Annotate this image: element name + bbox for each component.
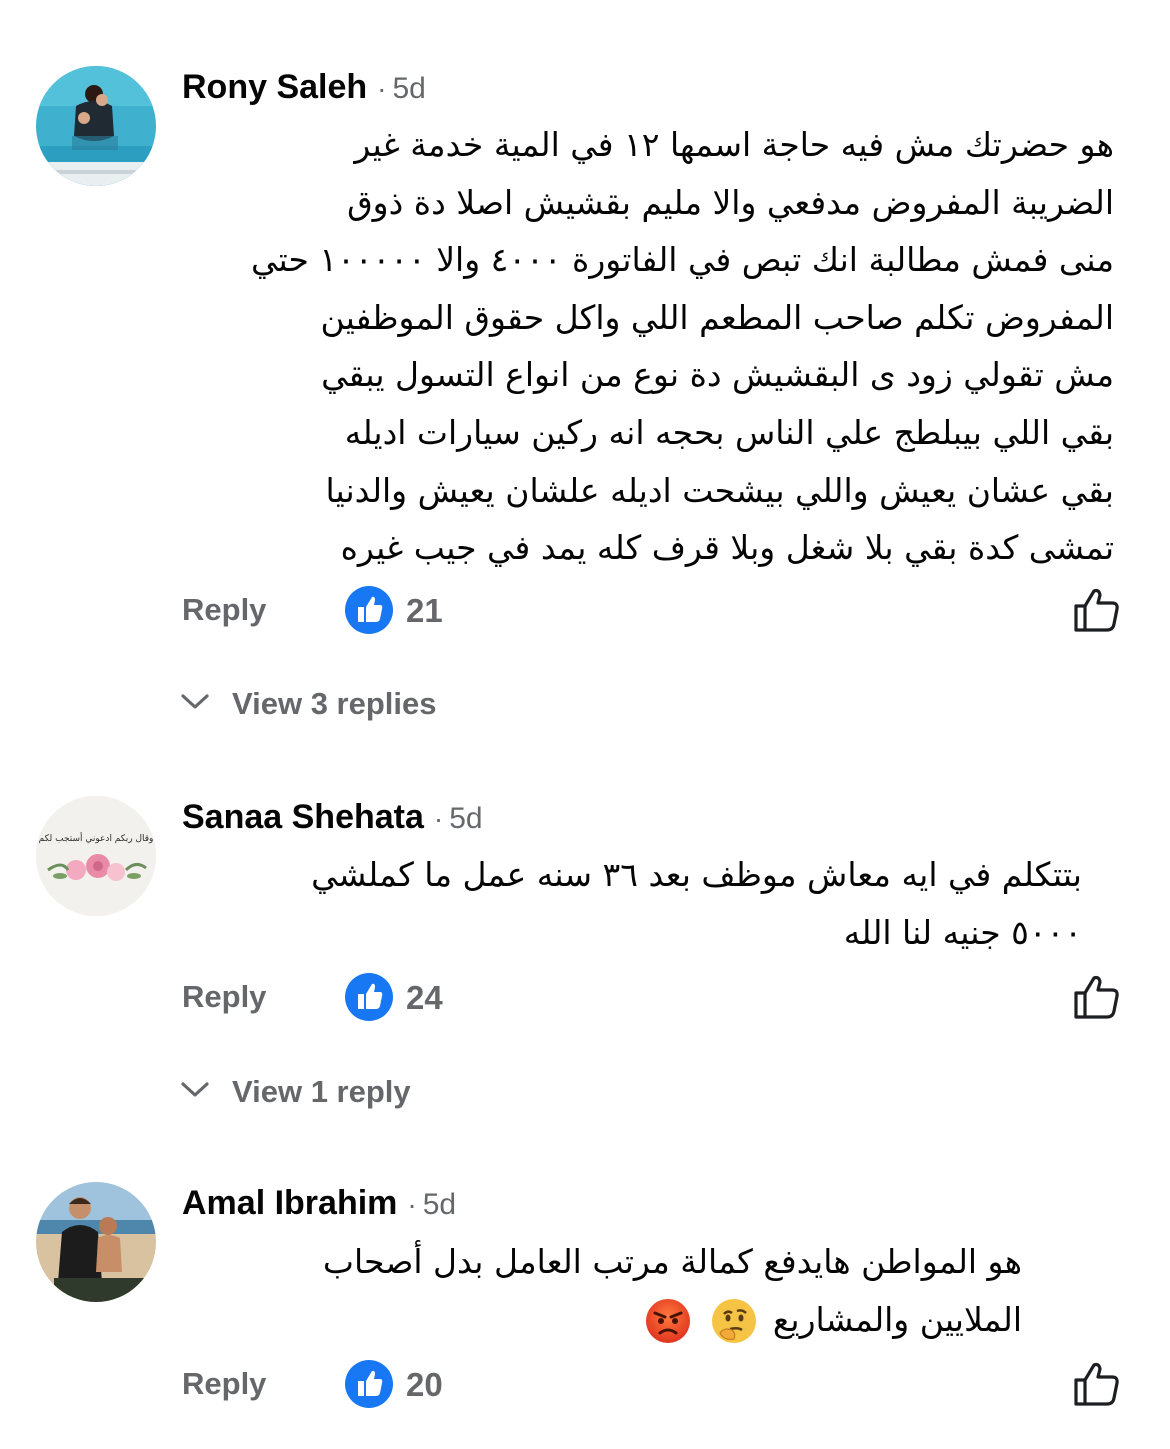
view-replies-button[interactable]: View 3 replies [180,686,480,726]
comment-line: ٥٠٠٠ جنيه لنا الله [843,912,1082,952]
avatar[interactable] [36,66,156,186]
chevron-down-icon [181,694,209,709]
like-reaction-icon[interactable] [345,973,393,1021]
comment-line: تمشى كدة بقي بلا شغل وبلا قرف كله يمد في… [340,528,1114,568]
comment-actions: Reply 24 [0,973,1170,1023]
timestamp[interactable]: 5d [393,72,426,105]
comment-line: منى فمش مطالبة انك تبص في الفاتورة ٤٠٠٠ … [251,240,1114,280]
like-count: 21 [406,592,443,629]
like-count: 24 [406,979,443,1016]
avatar-calligraphy-text: وقال ربكم ادعوني أستجب لكم [39,832,154,844]
thinking-face-icon [710,1297,758,1345]
like-count: 20 [406,1366,443,1403]
comment-text: هو المواطن هايدفع كمالة مرتب العامل بدل … [323,1233,1022,1348]
like-reaction-icon[interactable] [345,586,393,634]
author-name[interactable]: Sanaa Shehata [182,798,424,836]
like-icon[interactable] [1072,973,1122,1021]
like-reaction-icon[interactable] [345,1360,393,1408]
avatar-calligraphy-flowers: وقال ربكم ادعوني أستجب لكم [36,796,156,916]
reply-button[interactable]: Reply [182,1366,266,1402]
view-replies-label: View 1 reply [232,1074,411,1109]
comment-line: المفروض تكلم صاحب المطعم اللي واكل حقوق … [320,297,1114,337]
like-icon[interactable] [1072,586,1122,634]
avatar[interactable]: وقال ربكم ادعوني أستجب لكم [36,796,156,916]
timestamp[interactable]: 5d [423,1188,456,1221]
separator: · [407,1189,417,1220]
comment-line: مش تقولي زود ى البقشيش دة نوع من انواع ا… [321,355,1114,395]
comment-header: Amal Ibrahim · 5d [182,1184,456,1223]
author-name[interactable]: Rony Saleh [182,68,367,106]
comment-line: بقي عشان يعيش واللي بيشحت اديله علشان يع… [325,470,1114,510]
view-replies-label: View 3 replies [232,686,437,721]
author-name[interactable]: Amal Ibrahim [182,1184,397,1222]
comment-line-text: الملايين والمشاريع [772,1299,1022,1339]
reply-button[interactable]: Reply [182,979,266,1015]
separator: · [433,803,444,834]
chevron-down-icon [181,1082,209,1097]
comment-actions: Reply 21 [0,586,1170,636]
reply-button[interactable]: Reply [182,592,266,628]
comment-text: بتتكلم في ايه معاش موظف بعد ٣٦ سنه عمل م… [311,846,1082,961]
comment-line: هو حضرتك مش فيه حاجة اسمها ١٢ في المية خ… [354,125,1114,164]
separator: · [377,73,387,104]
comment-line: بتتكلم في ايه معاش موظف بعد ٣٦ سنه عمل م… [311,855,1082,894]
avatar[interactable] [36,1182,156,1302]
angry-face-icon [644,1297,692,1345]
comment-text: هو حضرتك مش فيه حاجة اسمها ١٢ في المية خ… [251,116,1114,577]
view-replies-button[interactable]: View 1 reply [180,1074,450,1114]
like-icon[interactable] [1072,1360,1122,1408]
avatar-beach-photo [36,1182,156,1302]
comment-header: Rony Saleh · 5d [182,68,426,107]
comment-line: هو المواطن هايدفع كمالة مرتب العامل بدل … [322,1242,1022,1281]
comment-line: الضريبة المفروض مدفعي والا مليم بقشيش اص… [347,182,1114,222]
avatar-pool-photo [36,66,156,186]
comment-line: الملايين والمشاريع [323,1291,1022,1349]
comment-line: بقي اللي بيبلطج علي الناس بحجه انه ركين … [344,412,1114,452]
comment-header: Sanaa Shehata · 5d [182,798,483,837]
comment-actions: Reply 20 [0,1360,1170,1410]
timestamp[interactable]: 5d [449,802,482,835]
